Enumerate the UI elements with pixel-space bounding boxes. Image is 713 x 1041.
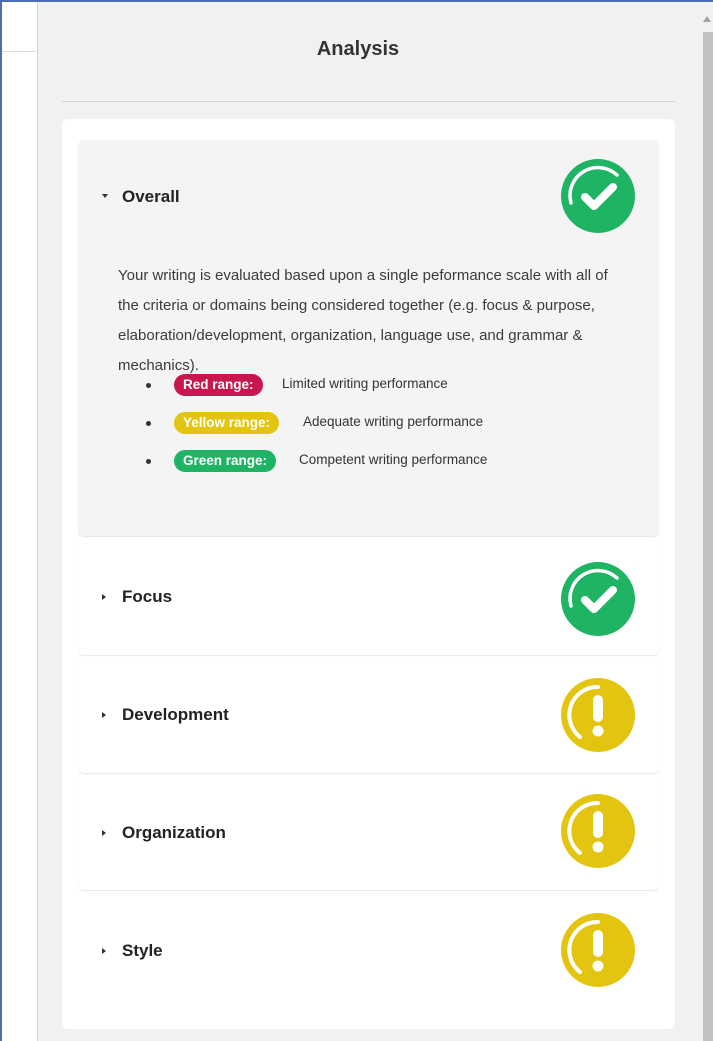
section-development[interactable]: Development [78,658,659,773]
exclamation-circle-icon [561,678,635,752]
section-development-label: Development [122,705,229,724]
analysis-panel: Analysis Overall Your writing is evaluat… [38,2,701,1041]
chevron-right-icon [102,948,106,954]
section-style-header[interactable]: Style [78,893,659,1003]
chevron-down-icon [102,194,108,198]
badge-green-range: Green range: [174,450,277,472]
section-overall: Overall Your writing is evaluated based … [78,140,659,536]
bullet [146,459,151,464]
section-overall-label: Overall [122,187,180,206]
overall-description: Your writing is evaluated based upon a s… [118,267,608,374]
title-divider [62,101,675,102]
scroll-up-arrow-icon[interactable] [703,16,711,22]
vertical-scrollbar[interactable] [701,2,713,1041]
legend-text-green: Competent writing performance [299,452,488,467]
scrollbar-thumb[interactable] [703,32,713,1041]
check-circle-icon [561,562,635,636]
section-style[interactable]: Style [78,893,659,1011]
chevron-right-icon [102,594,106,600]
section-development-header[interactable]: Development [78,658,659,768]
section-organization-header[interactable]: Organization [78,776,659,886]
section-focus-header[interactable]: Focus [78,540,659,650]
exclamation-circle-icon [561,913,635,987]
check-circle-icon [561,159,635,233]
section-organization[interactable]: Organization [78,776,659,890]
legend-text-yellow: Adequate writing performance [303,414,484,429]
panel-title: Analysis [316,38,400,60]
exclamation-circle-icon [561,794,635,868]
badge-yellow-range: Yellow range: [174,412,280,434]
section-focus[interactable]: Focus [78,540,659,655]
chevron-right-icon [102,830,106,836]
badge-red-range: Red range: [174,374,263,396]
left-pane [2,2,38,1041]
chevron-right-icon [102,712,106,718]
analysis-card: Overall Your writing is evaluated based … [62,119,675,1029]
section-overall-header[interactable]: Overall [78,140,659,250]
bullet [146,421,151,426]
section-style-label: Style [122,941,163,960]
section-organization-label: Organization [122,823,226,842]
section-focus-label: Focus [122,587,173,606]
legend-text-red: Limited writing performance [282,376,448,391]
left-pane-divider [2,51,38,52]
bullet [146,383,151,388]
